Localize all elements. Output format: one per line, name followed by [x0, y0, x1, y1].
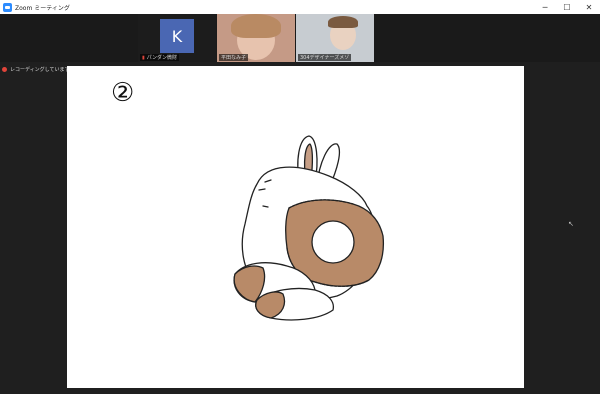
- participant-tile[interactable]: K ▮ パンダン微財: [138, 14, 216, 62]
- participant-name-label: ▮ パンダン微財: [140, 54, 180, 61]
- recording-label: レコーディングしています: [10, 67, 70, 73]
- participant-video-tile[interactable]: 平田なみ子: [217, 14, 295, 62]
- window-title: Zoom ミーティング: [15, 4, 70, 12]
- participant-name-label: 304デザイナーズメゾ: [298, 54, 352, 61]
- shared-screen[interactable]: ②: [67, 66, 524, 388]
- title-bar: Zoom ミーティング ─ ☐ ✕: [0, 0, 600, 14]
- participant-strip: K ▮ パンダン微財 平田なみ子 304デザイナーズメゾ: [0, 14, 600, 62]
- participant-hair: [231, 14, 281, 38]
- avatar: K: [160, 19, 194, 53]
- recording-icon: [2, 67, 7, 72]
- mic-muted-icon: ▮: [142, 55, 145, 61]
- tail-hole: [311, 220, 355, 264]
- close-icon[interactable]: ✕: [578, 0, 600, 14]
- recording-indicator: レコーディングしています: [2, 66, 70, 73]
- participant-name: パンダン微財: [146, 55, 178, 61]
- minimize-icon[interactable]: ─: [534, 0, 556, 14]
- maximize-icon[interactable]: ☐: [556, 0, 578, 14]
- participant-name-label: 平田なみ子: [219, 54, 249, 61]
- participant-video-tile[interactable]: 304デザイナーズメゾ: [296, 14, 374, 62]
- zoom-app-icon: [3, 2, 12, 12]
- participant-name: 304デザイナーズメゾ: [300, 55, 350, 61]
- bunny-illustration: [233, 135, 385, 321]
- mouse-cursor-icon: ↖: [568, 220, 574, 228]
- participant-name: 平田なみ子: [221, 55, 247, 61]
- participant-hair: [328, 16, 358, 28]
- window-controls: ─ ☐ ✕: [534, 0, 600, 14]
